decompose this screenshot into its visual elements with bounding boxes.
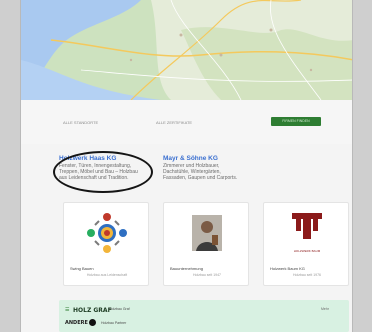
banner-second-text: Holzbau Partner [101, 321, 127, 325]
card-title-1: Swing Bauen [70, 266, 94, 271]
banner-circle-icon [89, 319, 96, 326]
banner-cta[interactable]: Mehr [321, 307, 329, 311]
company-card-1[interactable]: Swing Bauen Holzbau aus Leidenschaft [63, 202, 149, 286]
web-page: ALLE STANDORTE ALLE ZERTIFIKATE FIRMEN F… [20, 0, 353, 332]
swing-logo-icon [87, 213, 127, 253]
annotation-circle [53, 151, 153, 193]
find-companies-button[interactable]: FIRMEN FINDEN [271, 117, 321, 126]
map[interactable] [21, 0, 352, 100]
banner-second-brand: ANDERE [65, 320, 88, 326]
company-card-3[interactable]: HOLZWERK BAUM Holzwerk Baum KG Holzbau s… [263, 202, 349, 286]
certificate-filter[interactable]: ALLE ZERTIFIKATE [156, 120, 192, 125]
holzwerk-logo-caption: HOLZWERK BAUM [293, 249, 321, 253]
banner-icon: ☰ [65, 307, 70, 313]
banner-brand: HOLZ GRAF [73, 307, 112, 314]
card-subtitle-1: Holzbau aus Leidenschaft [86, 273, 128, 277]
card-subtitle-3: Holzbau seit 1976 [292, 273, 322, 277]
company-link-2[interactable]: Mayr & Söhne KG [163, 155, 218, 162]
banner-tagline: Holzbau Graf [109, 307, 130, 311]
person-photo-icon [192, 215, 222, 251]
sponsor-banner[interactable]: ☰ HOLZ GRAF Holzbau Graf Mehr ANDERE Hol… [59, 300, 349, 332]
card-title-2: Bauunternehmung [170, 266, 203, 271]
company-description-2: Zimmerer und Holzbauer, Dachstühle, Wint… [163, 163, 238, 181]
location-filter[interactable]: ALLE STANDORTE [63, 120, 98, 125]
map-graphic [21, 0, 352, 100]
card-title-3: Holzwerk Baum KG [270, 266, 305, 271]
holzwerk-logo-icon [292, 213, 322, 239]
company-card-2[interactable]: Bauunternehmung Holzbau seit 1947 [163, 202, 249, 286]
card-subtitle-2: Holzbau seit 1947 [192, 273, 222, 277]
